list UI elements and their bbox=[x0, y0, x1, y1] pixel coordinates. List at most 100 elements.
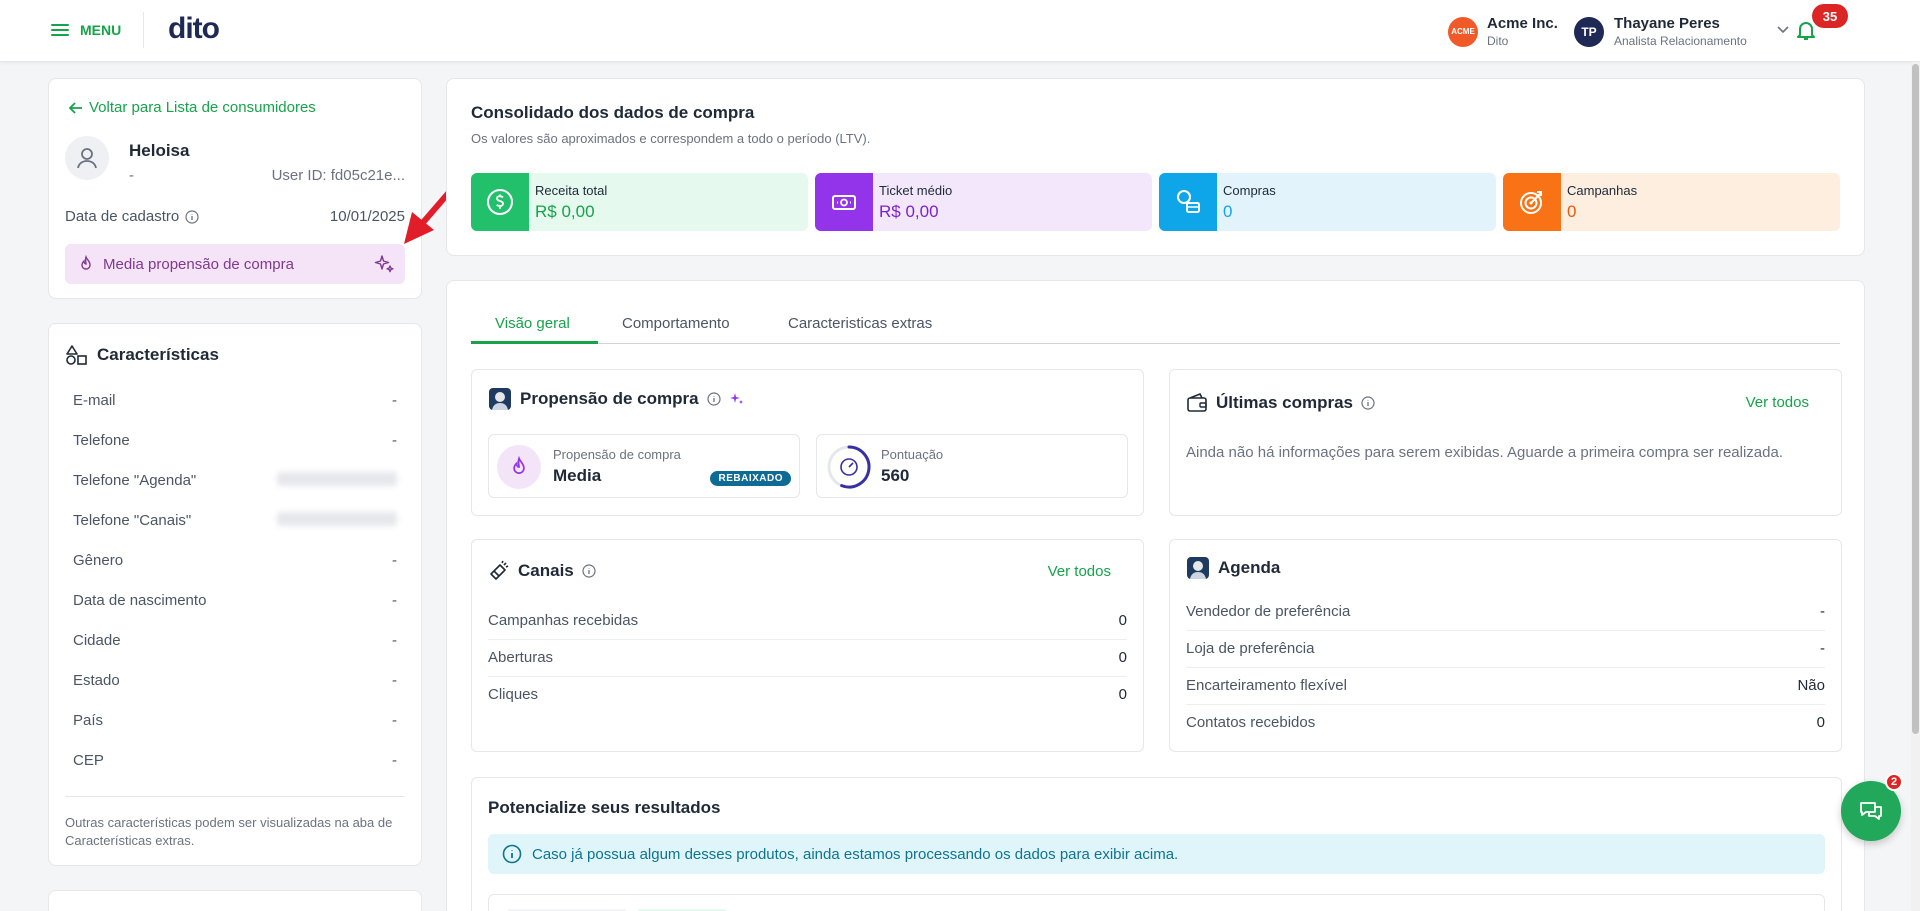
profile-card: Voltar para Lista de consumidores Helois… bbox=[48, 78, 422, 299]
menu-button[interactable]: MENU bbox=[50, 20, 121, 40]
channels-row: Aberturas 0 bbox=[488, 649, 1127, 677]
last-purchases-view-all[interactable]: Ver todos bbox=[1746, 394, 1809, 411]
kpi-compras: Compras 0 bbox=[1159, 173, 1496, 231]
tab-comportamento[interactable]: Comportamento bbox=[622, 315, 730, 332]
char-row-cidade: Cidade - bbox=[73, 632, 397, 649]
chat-icon bbox=[1860, 802, 1882, 820]
tabs-divider bbox=[471, 343, 1840, 344]
processing-info-banner: Caso já possua algum desses produtos, ai… bbox=[488, 834, 1825, 874]
last-purchases-panel: Últimas compras Ver todos Ainda não há i… bbox=[1169, 369, 1842, 516]
empty-state-text: Ainda não há informações para serem exib… bbox=[1186, 444, 1783, 461]
chevron-down-icon[interactable] bbox=[1776, 22, 1790, 36]
consolidado-title: Consolidado dos dados de compra bbox=[471, 103, 755, 122]
product-row bbox=[488, 894, 1825, 911]
arrow-left-icon bbox=[69, 101, 82, 114]
agenda-title: Agenda bbox=[1186, 556, 1280, 580]
channels-title: Canais bbox=[488, 560, 596, 582]
organization-switcher[interactable]: ACME Acme Inc. Dito bbox=[1448, 15, 1558, 48]
wallet-icon bbox=[1187, 392, 1207, 412]
coins-card-icon bbox=[1177, 190, 1200, 213]
sparkle-icon bbox=[729, 393, 743, 404]
channels-view-all[interactable]: Ver todos bbox=[1048, 563, 1111, 580]
user-role: Analista Relacionamento bbox=[1614, 34, 1747, 48]
propensity-label: Propensão de compra bbox=[553, 447, 681, 462]
partial-card bbox=[48, 890, 422, 911]
char-row-email: E-mail - bbox=[73, 392, 397, 409]
info-icon[interactable] bbox=[706, 392, 721, 406]
user-name: Thayane Peres bbox=[1614, 15, 1720, 32]
shapes-icon bbox=[66, 345, 87, 365]
kpi-campanhas: Campanhas 0 bbox=[1503, 173, 1840, 231]
overview-card: Visão geral Comportamento Caracteristica… bbox=[446, 280, 1865, 911]
consolidado-subtitle: Os valores são aproximados e corresponde… bbox=[471, 131, 871, 146]
divider bbox=[65, 796, 405, 797]
status-badge: REBAIXADO bbox=[710, 471, 791, 486]
boost-results-panel: Potencialize seus resultados Caso já pos… bbox=[471, 777, 1842, 911]
tab-caracteristicas-extras[interactable]: Caracteristicas extras bbox=[788, 315, 932, 332]
registration-date: 10/01/2025 bbox=[329, 208, 405, 225]
consolidado-card: Consolidado dos dados de compra Os valor… bbox=[446, 78, 1865, 256]
score-gauge-icon bbox=[827, 445, 871, 489]
char-row-telefone: Telefone - bbox=[73, 432, 397, 449]
dollar-coin-icon bbox=[487, 189, 513, 215]
scrollbar-thumb[interactable] bbox=[1912, 64, 1919, 734]
dito-logo[interactable]: dito bbox=[168, 12, 220, 46]
char-row-cep: CEP - bbox=[73, 752, 397, 769]
propensity-value: Media bbox=[553, 466, 602, 485]
char-row-pais: País - bbox=[73, 712, 397, 729]
info-icon[interactable] bbox=[582, 564, 596, 578]
info-icon[interactable] bbox=[1361, 396, 1375, 410]
score-value: 560 bbox=[881, 466, 910, 485]
sparkle-icon[interactable] bbox=[373, 253, 395, 275]
characteristics-note: Outras características podem ser visuali… bbox=[65, 815, 393, 848]
agenda-row: Contatos recebidos 0 bbox=[1186, 714, 1825, 731]
propensity-pill[interactable]: Media propensão de compra bbox=[65, 244, 405, 284]
channels-row: Cliques 0 bbox=[488, 686, 1127, 703]
registration-label: Data de cadastro bbox=[65, 208, 199, 225]
customer-name: Heloisa bbox=[129, 141, 190, 160]
customer-avatar bbox=[65, 136, 109, 180]
channels-row: Campanhas recebidas 0 bbox=[488, 612, 1127, 640]
flame-icon bbox=[81, 255, 91, 270]
char-row-nascimento: Data de nascimento - bbox=[73, 592, 397, 609]
agenda-row: Encarteiramento flexível Não bbox=[1186, 677, 1825, 705]
top-header: MENU dito ACME Acme Inc. Dito TP Thayane… bbox=[0, 0, 1920, 62]
page-scrollbar[interactable] bbox=[1911, 62, 1920, 911]
back-to-list-link[interactable]: Voltar para Lista de consumidores bbox=[69, 99, 316, 116]
hamburger-icon bbox=[51, 24, 69, 36]
score-card: Pontuação 560 bbox=[816, 434, 1128, 498]
target-icon bbox=[1520, 191, 1542, 214]
menu-label: MENU bbox=[80, 22, 122, 38]
customer-subtitle: - bbox=[129, 167, 134, 184]
propensity-card: Propensão de compra Media REBAIXADO bbox=[488, 434, 800, 498]
org-name: Acme Inc. bbox=[1487, 15, 1558, 32]
agenda-panel: Agenda Vendedor de preferência - Loja de … bbox=[1169, 539, 1842, 752]
user-icon bbox=[77, 148, 97, 169]
char-row-genero: Gênero - bbox=[73, 552, 397, 569]
kpi-receita-total: Receita total R$ 0,00 bbox=[471, 173, 808, 231]
header-divider bbox=[143, 12, 144, 48]
org-logo: ACME bbox=[1448, 16, 1478, 47]
char-row-telefone-canais: Telefone "Canais" bbox=[73, 512, 397, 529]
notification-badge: 35 bbox=[1812, 4, 1848, 28]
channels-panel: Canais Ver todos Campanhas recebidas 0 Ab… bbox=[471, 539, 1144, 752]
tab-visao-geral[interactable]: Visão geral bbox=[495, 315, 570, 332]
avatar: TP bbox=[1574, 16, 1604, 47]
avatar-icon bbox=[1187, 557, 1209, 579]
chat-badge: 2 bbox=[1885, 773, 1903, 791]
score-label: Pontuação bbox=[881, 447, 944, 462]
propensity-title: Propensão de compra bbox=[488, 387, 745, 411]
propensity-panel: Propensão de compra Propensão de compra … bbox=[471, 369, 1144, 516]
org-sub: Dito bbox=[1487, 34, 1509, 48]
last-purchases-title: Últimas compras bbox=[1186, 392, 1375, 414]
info-icon bbox=[502, 844, 522, 864]
megaphone-icon bbox=[490, 560, 509, 580]
characteristics-title: Características bbox=[65, 344, 219, 366]
active-tab-indicator bbox=[471, 341, 598, 344]
info-icon[interactable] bbox=[185, 209, 199, 224]
avatar-icon bbox=[489, 388, 511, 410]
user-menu[interactable]: TP Thayane Peres Analista Relacionamento bbox=[1574, 15, 1747, 48]
money-bill-icon bbox=[832, 195, 856, 210]
characteristics-card: Características E-mail - Telefone - Telefo… bbox=[48, 323, 422, 866]
agenda-row: Loja de preferência - bbox=[1186, 640, 1825, 668]
